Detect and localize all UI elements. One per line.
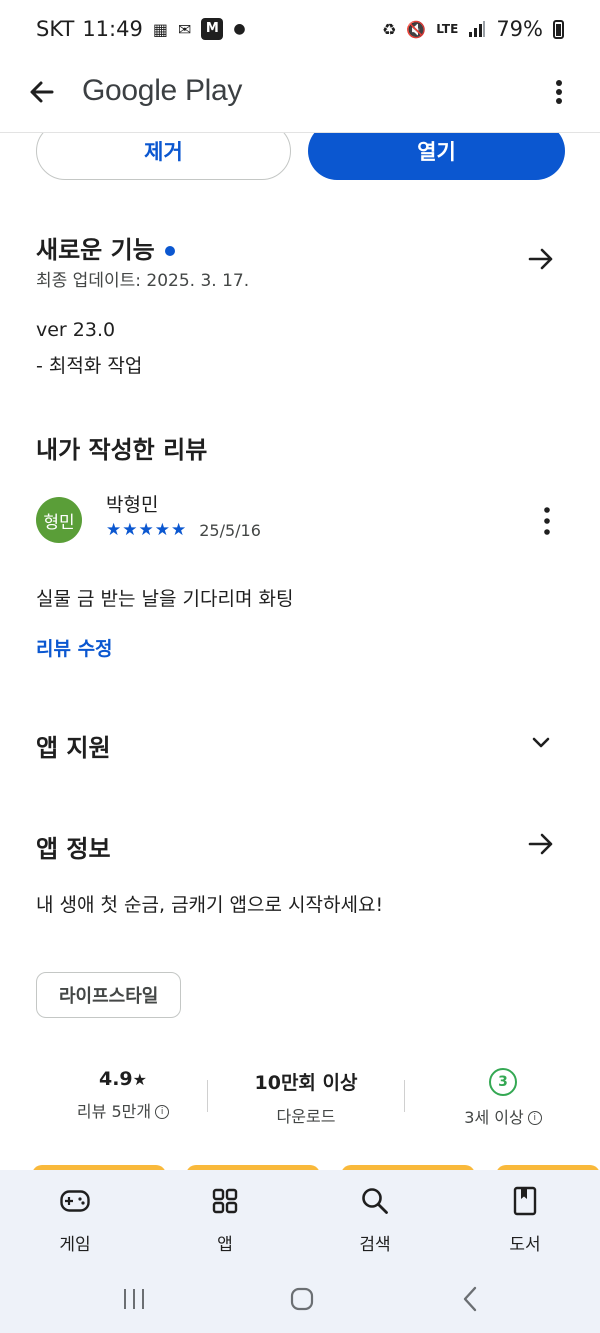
version-text: ver 23.0 (36, 319, 116, 341)
app-description: 내 생애 첫 순금, 금캐기 앱으로 시작하세요! (36, 894, 384, 916)
recent-apps-icon (124, 1289, 144, 1309)
nav-search-icon-wrap (330, 1184, 420, 1218)
nav-search[interactable]: 검색 (330, 1184, 420, 1255)
carrier: SKT (36, 17, 75, 41)
recent-apps-button[interactable] (114, 1282, 154, 1316)
downloads-stat: 10만회 이상 다운로드 (221, 1068, 391, 1127)
review-date: 25/5/16 (199, 520, 261, 540)
home-icon (290, 1287, 314, 1311)
downloads-value: 10만회 이상 (254, 1072, 358, 1094)
nav-games-icon-wrap (30, 1184, 120, 1218)
info-icon[interactable]: i (155, 1104, 170, 1119)
category-chip[interactable]: 라이프스타일 (36, 972, 182, 1018)
nav-search-label: 검색 (359, 1235, 391, 1255)
nav-books-label: 도서 (509, 1235, 541, 1255)
age-rating-badge: 3 (489, 1068, 517, 1096)
rating-star-icon: ★ (132, 1070, 147, 1089)
age-label: 3세 이상 (464, 1108, 524, 1127)
network-type: LTE (436, 22, 459, 36)
system-back-button[interactable] (450, 1282, 490, 1316)
back-button[interactable] (26, 76, 58, 108)
calendar-icon: ▦ (152, 19, 168, 39)
rating-value: 4.9 (98, 1068, 133, 1090)
app-bar-divider (0, 132, 600, 133)
rating-value-row: 4.9★ (38, 1068, 208, 1090)
status-right: ♻ 🔇 LTE 79% (382, 17, 564, 41)
clock: 11:49 (82, 17, 143, 41)
whats-new-title: 새로운 기능 (36, 236, 155, 264)
age-badge-row: 3 (418, 1068, 588, 1096)
status-bar: SKT 11:49 ▦ ✉ M ● ♻ 🔇 LTE 79% (0, 0, 600, 60)
my-review-title: 내가 작성한 리뷰 (36, 436, 208, 464)
nav-apps-label: 앱 (217, 1235, 233, 1255)
signal-icon (469, 21, 486, 37)
nav-apps-icon-wrap (180, 1184, 270, 1218)
downloads-label: 다운로드 (276, 1107, 336, 1126)
age-rating-stat[interactable]: 3 3세 이상 i (418, 1068, 588, 1128)
notification-icon: ✉ (177, 19, 192, 39)
review-count-row: 리뷰 5만개 i (38, 1098, 208, 1122)
nav-books[interactable]: 도서 (480, 1184, 570, 1255)
age-label-row: 3세 이상 i (418, 1104, 588, 1128)
app-support-title[interactable]: 앱 지원 (36, 728, 111, 763)
review-meta: ★★★★★ 25/5/16 (106, 520, 261, 540)
release-note: - 최적화 작업 (36, 355, 143, 377)
mute-icon: 🔇 (406, 19, 427, 39)
avatar: 형민 (36, 497, 82, 543)
status-left: SKT 11:49 ▦ ✉ M ● (36, 17, 246, 41)
whats-new-header[interactable]: 새로운 기능 (36, 230, 175, 265)
arrow-right-icon[interactable] (526, 244, 556, 274)
more-notifications-icon: ● (233, 21, 246, 37)
nav-games[interactable]: 게임 (30, 1184, 120, 1255)
review-more-options-icon[interactable] (537, 506, 557, 536)
battery-saver-icon: ♻ (382, 19, 397, 39)
chevron-down-icon[interactable] (529, 730, 553, 754)
battery-icon (553, 19, 564, 39)
book-icon (513, 1186, 537, 1216)
gamepad-icon (60, 1190, 90, 1212)
overflow-menu-button[interactable] (544, 76, 574, 108)
system-back-icon (463, 1286, 477, 1312)
rating-stars: ★★★★★ (106, 520, 188, 540)
apps-grid-icon (212, 1188, 238, 1214)
search-icon (362, 1188, 388, 1214)
review-count: 리뷰 5만개 (76, 1102, 152, 1121)
nav-games-label: 게임 (59, 1235, 91, 1255)
stat-divider (207, 1080, 208, 1112)
app-notification-icon: M (201, 18, 224, 40)
home-button[interactable] (282, 1282, 322, 1316)
nav-books-icon-wrap (480, 1184, 570, 1218)
reviewer-name: 박형민 (106, 494, 159, 516)
review-text: 실물 금 받는 날을 기다리며 화팅 (36, 588, 294, 610)
google-play-logo-text: Google Play (82, 74, 243, 107)
battery-percent: 79% (496, 17, 543, 41)
nav-apps[interactable]: 앱 (180, 1184, 270, 1255)
new-indicator-dot (164, 245, 175, 256)
rating-stat[interactable]: 4.9★ 리뷰 5만개 i (38, 1068, 208, 1122)
edit-review-link[interactable]: 리뷰 수정 (36, 634, 113, 661)
last-updated: 최종 업데이트: 2025. 3. 17. (36, 271, 250, 291)
stat-divider (404, 1080, 405, 1112)
info-icon[interactable]: i (527, 1110, 542, 1125)
app-info-title[interactable]: 앱 정보 (36, 829, 111, 864)
app-info-arrow-icon[interactable] (526, 829, 556, 859)
